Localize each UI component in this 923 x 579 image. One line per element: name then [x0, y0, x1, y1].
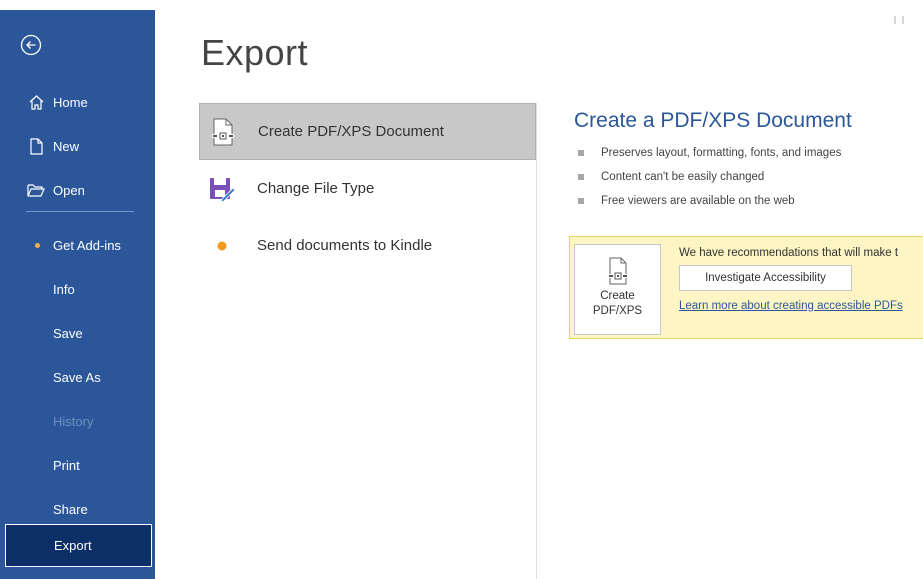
sidebar-item-save-as[interactable]: Save As	[0, 360, 155, 394]
sidebar-item-print[interactable]: Print	[0, 448, 155, 482]
sidebar-item-label: Export	[54, 538, 92, 553]
list-item: Content can't be easily changed	[578, 165, 841, 189]
window-grip-icon	[893, 12, 907, 24]
detail-title: Create a PDF/XPS Document	[574, 109, 852, 132]
pdf-document-icon	[606, 257, 630, 285]
recommendation-text: We have recommendations that will make t	[679, 247, 899, 259]
change-file-type-icon	[207, 174, 237, 204]
sidebar-item-label: Share	[53, 501, 88, 517]
option-label: Create PDF/XPS Document	[258, 123, 444, 140]
notification-dot-icon	[35, 242, 40, 248]
sidebar-item-label: Save As	[53, 369, 101, 385]
list-item: Preserves layout, formatting, fonts, and…	[578, 141, 841, 165]
bullet-square-icon	[578, 198, 584, 204]
option-change-file-type[interactable]: Change File Type	[199, 160, 536, 217]
list-item: Free viewers are available on the web	[578, 189, 841, 213]
sidebar-item-share[interactable]: Share	[0, 492, 155, 526]
sidebar-item-save[interactable]: Save	[0, 316, 155, 350]
create-pdf-xps-button[interactable]: Create PDF/XPS	[574, 244, 661, 335]
sidebar-item-label: Print	[53, 457, 80, 473]
tile-label-line1: Create	[600, 290, 635, 302]
home-icon	[27, 93, 45, 111]
backstage-sidebar: Home New Open Get Add-ins Info Save Save…	[0, 10, 155, 579]
pane-divider	[536, 103, 537, 579]
sidebar-item-label: History	[53, 413, 94, 429]
option-label: Send documents to Kindle	[257, 237, 433, 254]
new-document-icon	[27, 137, 45, 155]
bullet-square-icon	[578, 174, 584, 180]
open-folder-icon	[27, 181, 45, 199]
sidebar-divider	[26, 211, 134, 212]
sidebar-item-history: History	[0, 404, 155, 438]
option-label: Change File Type	[257, 180, 375, 197]
pdf-document-icon	[208, 117, 238, 147]
page-title: Export	[201, 32, 309, 73]
feature-bullet-list: Preserves layout, formatting, fonts, and…	[578, 141, 841, 213]
sidebar-item-new[interactable]: New	[0, 129, 155, 163]
sidebar-item-label: Home	[53, 94, 88, 110]
bullet-square-icon	[578, 150, 584, 156]
option-send-to-kindle[interactable]: Send documents to Kindle	[199, 217, 536, 274]
kindle-dot-icon	[207, 231, 237, 261]
sidebar-item-label: Get Add-ins	[53, 237, 121, 253]
sidebar-item-export[interactable]: Export	[5, 524, 152, 567]
export-options-list: Create PDF/XPS Document Change File Type…	[199, 103, 536, 274]
learn-more-link[interactable]: Learn more about creating accessible PDF…	[679, 300, 903, 312]
sidebar-item-label: Info	[53, 281, 75, 297]
sidebar-item-open[interactable]: Open	[0, 173, 155, 207]
sidebar-item-label: Save	[53, 325, 83, 341]
sidebar-item-home[interactable]: Home	[0, 85, 155, 119]
back-arrow-icon[interactable]	[20, 34, 42, 56]
investigate-accessibility-button[interactable]: Investigate Accessibility	[679, 265, 852, 291]
sidebar-item-label: Open	[53, 182, 85, 198]
sidebar-item-get-add-ins[interactable]: Get Add-ins	[0, 228, 155, 262]
sidebar-item-label: New	[53, 138, 80, 154]
option-create-pdf-xps[interactable]: Create PDF/XPS Document	[199, 103, 536, 160]
sidebar-item-info[interactable]: Info	[0, 272, 155, 306]
tile-label-line2: PDF/XPS	[592, 305, 643, 317]
